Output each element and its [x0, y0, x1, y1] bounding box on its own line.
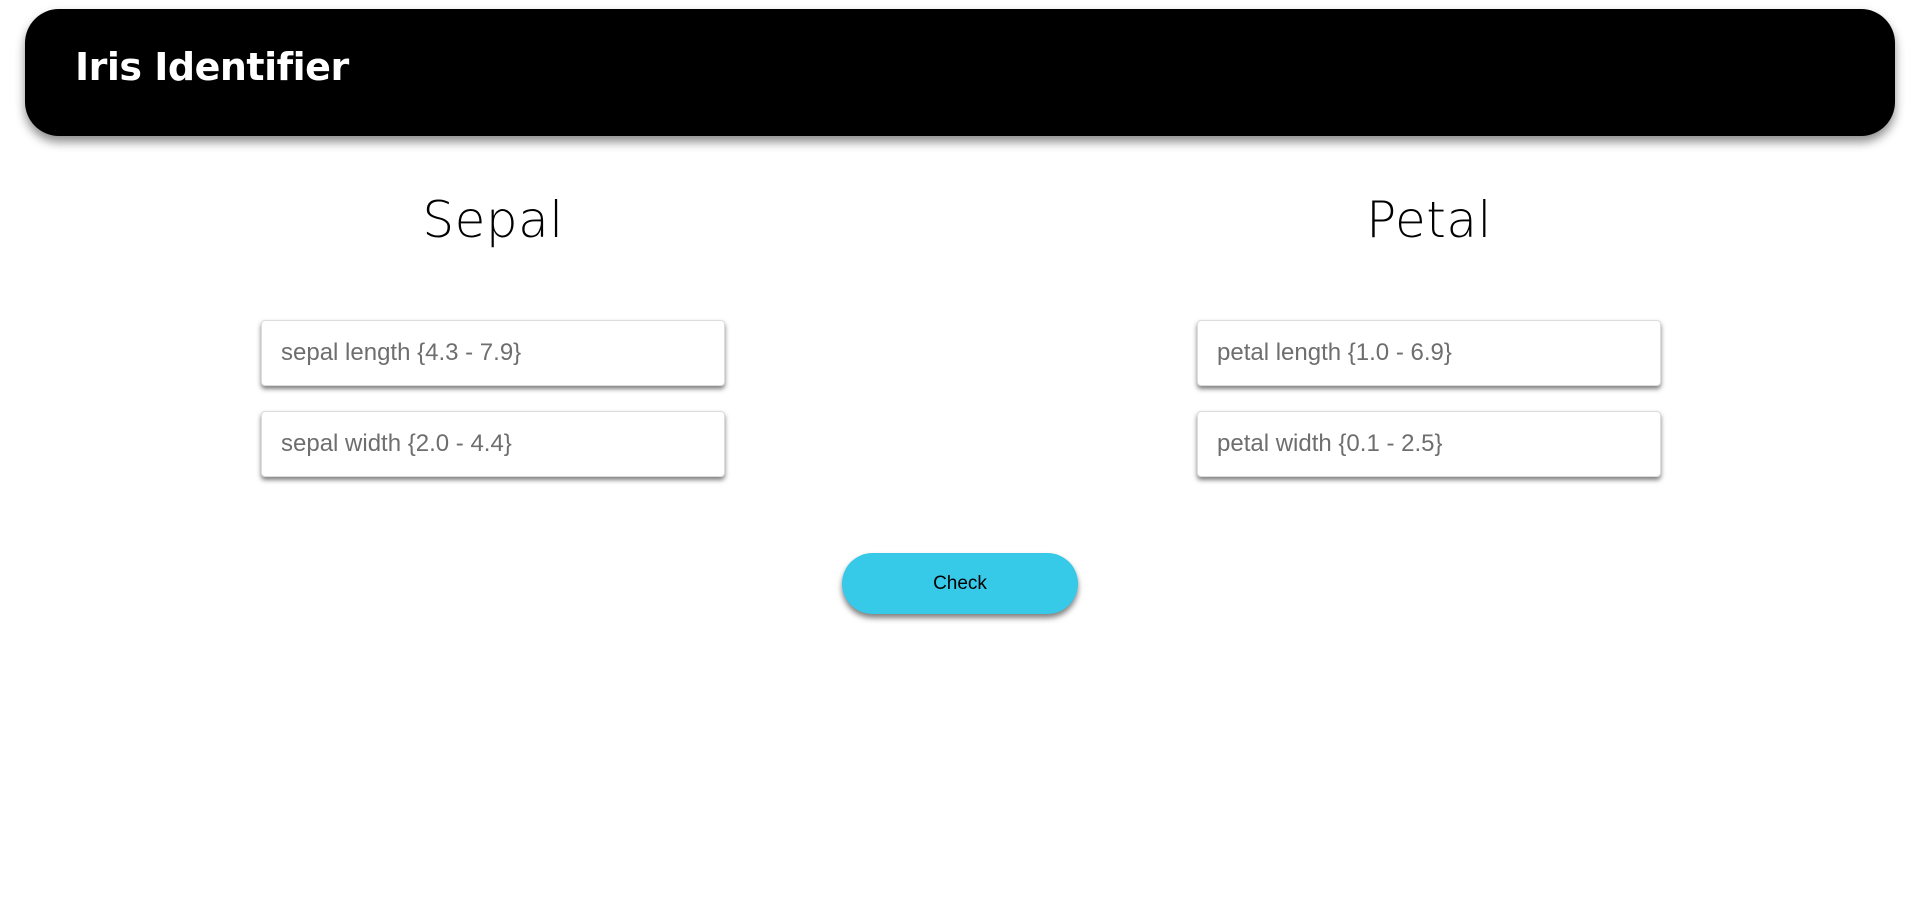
petal-section: Petal: [1129, 190, 1729, 477]
check-button[interactable]: Check: [842, 553, 1078, 614]
sepal-heading: Sepal: [422, 191, 564, 249]
petal-width-input[interactable]: [1197, 411, 1661, 477]
sepal-length-input[interactable]: [261, 320, 725, 386]
petal-heading: Petal: [1366, 191, 1492, 249]
sepal-section: Sepal: [193, 190, 793, 477]
petal-length-input[interactable]: [1197, 320, 1661, 386]
sepal-width-input[interactable]: [261, 411, 725, 477]
app-title: Iris Identifier: [75, 45, 349, 89]
app-header: Iris Identifier: [25, 9, 1895, 136]
